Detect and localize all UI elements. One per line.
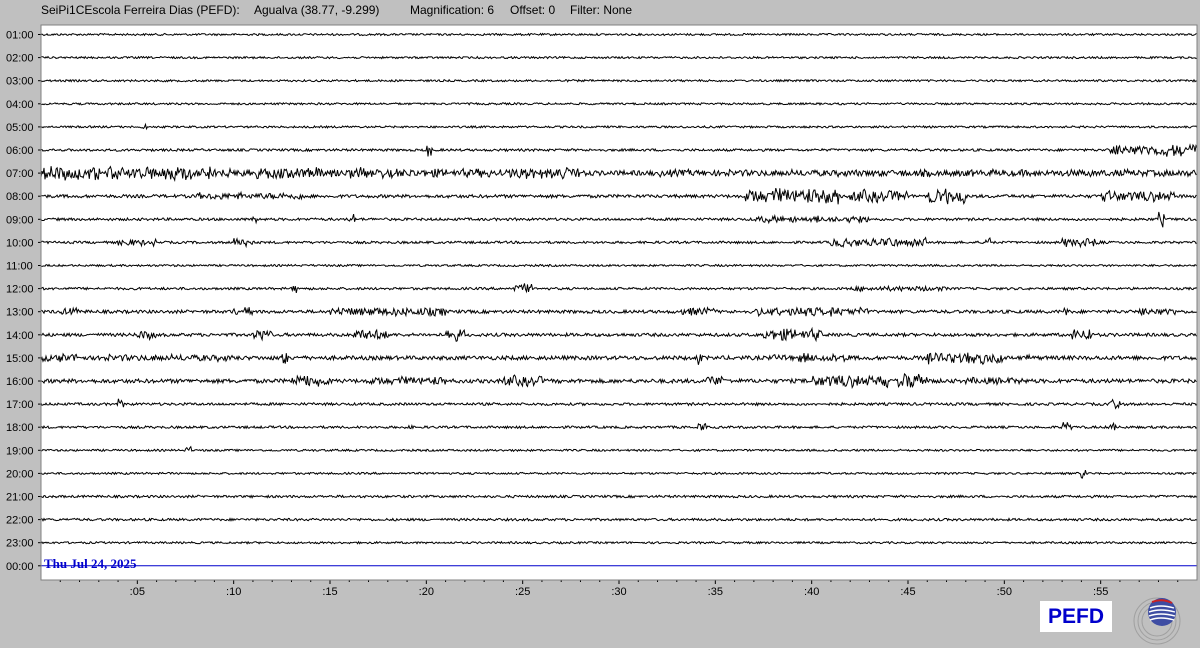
hour-label: 04:00 xyxy=(6,99,34,111)
hour-label: 09:00 xyxy=(6,214,34,226)
hour-label: 06:00 xyxy=(6,145,34,157)
x-tick-label: :20 xyxy=(419,586,434,598)
hour-label: 17:00 xyxy=(6,399,34,411)
station-logo: PEFD xyxy=(1040,601,1112,632)
seismograph-logo-icon xyxy=(1133,597,1181,645)
x-tick-label: :05 xyxy=(130,586,145,598)
x-tick-label: :50 xyxy=(997,586,1012,598)
hour-label: 22:00 xyxy=(6,515,34,527)
x-tick-label: :40 xyxy=(804,586,819,598)
hour-label: 10:00 xyxy=(6,237,34,249)
date-label: Thu Jul 24, 2025 xyxy=(44,556,137,571)
hour-label: 15:00 xyxy=(6,353,34,365)
hour-label: 21:00 xyxy=(6,492,34,504)
hour-label: 19:00 xyxy=(6,445,34,457)
x-tick-label: :35 xyxy=(708,586,723,598)
x-tick-label: :30 xyxy=(611,586,626,598)
hour-label: 07:00 xyxy=(6,168,34,180)
x-tick-label: :45 xyxy=(900,586,915,598)
x-tick-label: :25 xyxy=(515,586,530,598)
hour-label: 05:00 xyxy=(6,122,34,134)
hour-label: 01:00 xyxy=(6,30,34,42)
x-tick-label: :15 xyxy=(322,586,337,598)
hour-label: 16:00 xyxy=(6,376,34,388)
offset-readout: Offset: 0 xyxy=(510,3,556,17)
hour-label: 00:00 xyxy=(6,561,34,573)
hour-label: 08:00 xyxy=(6,191,34,203)
hour-label: 18:00 xyxy=(6,422,34,434)
hour-label: 13:00 xyxy=(6,307,34,319)
station-location: Agualva (38.77, -9.299) xyxy=(254,3,380,17)
hour-label: 03:00 xyxy=(6,76,34,88)
hour-label: 02:00 xyxy=(6,53,34,65)
hour-label: 14:00 xyxy=(6,330,34,342)
station-name: SeiPi1CEscola Ferreira Dias (PEFD): xyxy=(41,3,240,17)
header-bar: SeiPi1CEscola Ferreira Dias (PEFD): Agua… xyxy=(0,0,1200,22)
x-tick-label: :10 xyxy=(226,586,241,598)
filter-readout: Filter: None xyxy=(570,3,633,17)
hour-label: 11:00 xyxy=(6,261,33,273)
hour-label: 12:00 xyxy=(6,284,34,296)
seismogram-panel: 01:00 02:00 03:00 04:00 05:00 06:00 07:00 08:00… xyxy=(0,22,1200,602)
seismogram-chart: 01:00 02:00 03:00 04:00 05:00 06:00 07:00 08:00… xyxy=(6,24,1198,598)
x-tick-label: :55 xyxy=(1093,586,1108,598)
hour-label: 20:00 xyxy=(6,468,34,480)
magnification-readout: Magnification: 6 xyxy=(410,3,495,17)
hour-label: 23:00 xyxy=(6,538,34,550)
